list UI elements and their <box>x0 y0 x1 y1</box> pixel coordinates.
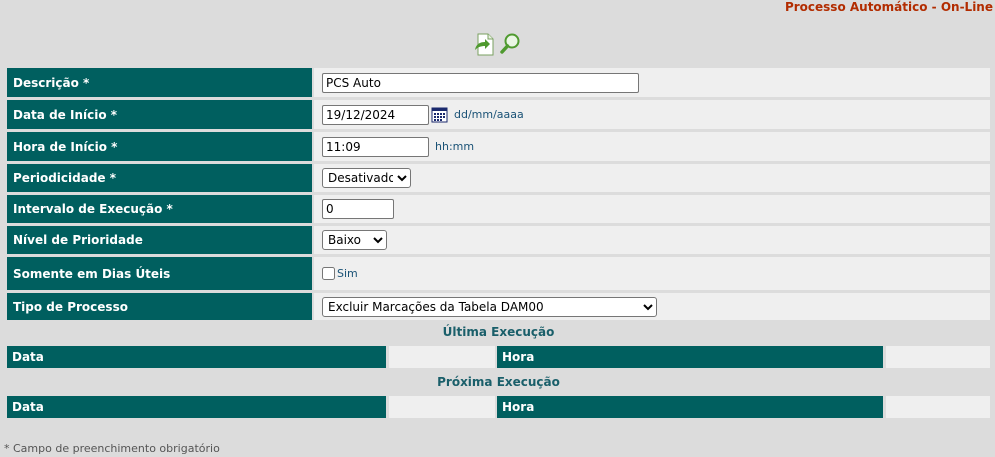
descricao-input[interactable] <box>322 72 639 93</box>
periodicidade-label: Periodicidade * <box>7 164 312 192</box>
toolbar <box>472 31 522 57</box>
dias-uteis-checkbox[interactable] <box>322 267 335 280</box>
hora-inicio-cell: hh:mm <box>314 132 990 161</box>
ultima-hora-label: Hora <box>497 346 883 368</box>
intervalo-label: Intervalo de Execução * <box>7 195 312 223</box>
tipo-processo-cell: Excluir Marcações da Tabela DAM00 <box>314 293 990 320</box>
execute-icon[interactable] <box>472 31 496 57</box>
data-inicio-format-hint: dd/mm/aaaa <box>454 108 524 121</box>
hora-inicio-format-hint: hh:mm <box>435 140 475 153</box>
dias-uteis-cell: Sim <box>314 257 990 290</box>
proxima-hora-value <box>886 396 990 418</box>
page-title: Processo Automático - On-Line <box>784 0 993 14</box>
periodicidade-cell: Desativado <box>314 164 990 192</box>
proxima-execucao-title: Próxima Execução <box>437 375 560 389</box>
hora-inicio-label: Hora de Início * <box>7 132 312 161</box>
prioridade-label: Nível de Prioridade <box>7 226 312 254</box>
ultima-data-value <box>389 346 495 368</box>
proxima-data-value <box>389 396 495 418</box>
periodicidade-select[interactable]: Desativado <box>322 168 411 188</box>
required-field-footnote: * Campo de preenchimento obrigatório <box>4 442 220 455</box>
proxima-hora-label: Hora <box>497 396 883 418</box>
proxima-execucao-row: Data Hora <box>7 396 990 418</box>
hora-inicio-input[interactable] <box>322 136 429 157</box>
data-inicio-cell: dd/mm/aaaa <box>314 100 990 129</box>
tipo-processo-label: Tipo de Processo <box>7 293 312 320</box>
row-descricao: Descrição * <box>7 68 990 97</box>
descricao-label: Descrição * <box>7 68 312 97</box>
prioridade-cell: Baixo <box>314 226 990 254</box>
dias-uteis-checkbox-label[interactable]: Sim <box>322 267 358 280</box>
intervalo-cell <box>314 195 990 223</box>
ultima-execucao-title: Última Execução <box>442 325 555 339</box>
row-periodicidade: Periodicidade * Desativado <box>7 164 990 192</box>
data-inicio-input[interactable] <box>322 104 429 125</box>
data-inicio-label: Data de Início * <box>7 100 312 129</box>
prioridade-select[interactable]: Baixo <box>322 230 387 250</box>
process-form: Descrição * Data de Início * dd/mm/aaaa … <box>7 68 990 418</box>
tipo-processo-select[interactable]: Excluir Marcações da Tabela DAM00 <box>322 296 657 317</box>
descricao-cell <box>314 68 990 97</box>
row-data-inicio: Data de Início * dd/mm/aaaa <box>7 100 990 129</box>
row-tipo-processo: Tipo de Processo Excluir Marcações da Ta… <box>7 293 990 320</box>
dias-uteis-option-text: Sim <box>337 267 358 280</box>
row-prioridade: Nível de Prioridade Baixo <box>7 226 990 254</box>
proxima-data-label: Data <box>7 396 386 418</box>
search-icon[interactable] <box>498 31 522 57</box>
row-intervalo: Intervalo de Execução * <box>7 195 990 223</box>
ultima-execucao-row: Data Hora <box>7 346 990 368</box>
row-dias-uteis: Somente em Dias Úteis Sim <box>7 257 990 290</box>
calendar-icon[interactable] <box>431 106 448 123</box>
intervalo-input[interactable] <box>322 199 394 219</box>
ultima-data-label: Data <box>7 346 386 368</box>
dias-uteis-label: Somente em Dias Úteis <box>7 257 312 290</box>
ultima-hora-value <box>886 346 990 368</box>
row-hora-inicio: Hora de Início * hh:mm <box>7 132 990 161</box>
